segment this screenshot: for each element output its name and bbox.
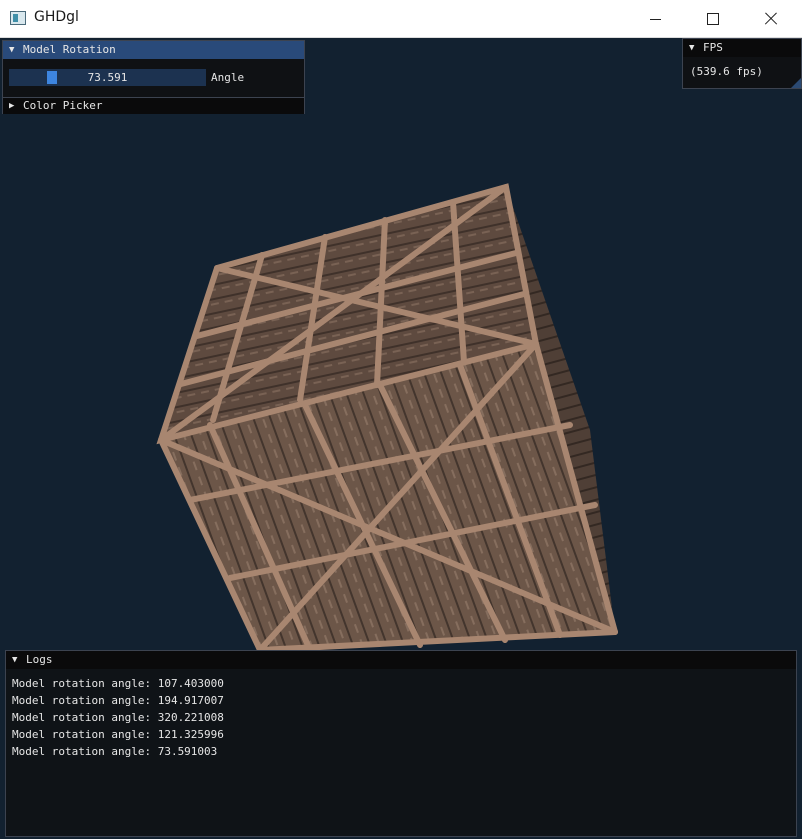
logs-title: Logs xyxy=(26,653,53,666)
fps-panel: ▼ FPS (539.6 fps) xyxy=(682,38,802,89)
color-picker-header[interactable]: ▶ Color Picker xyxy=(3,98,304,114)
close-icon xyxy=(764,12,778,26)
model-rotation-panel: ▼ Model Rotation 73.591 Angle ▶ Color Pi… xyxy=(2,40,305,114)
window-title: GHDgl xyxy=(34,9,79,25)
collapse-arrow-icon: ▼ xyxy=(12,655,18,665)
maximize-icon xyxy=(707,13,719,25)
color-picker-title: Color Picker xyxy=(23,99,103,112)
logs-header[interactable]: ▼ Logs xyxy=(6,651,796,669)
minimize-icon xyxy=(649,18,661,20)
fps-value: (539.6 fps) xyxy=(690,65,763,78)
collapse-arrow-icon: ▼ xyxy=(689,43,695,53)
minimize-button[interactable] xyxy=(626,0,684,38)
log-line: Model rotation angle: 320.221008 xyxy=(12,711,224,724)
app-icon xyxy=(10,11,26,25)
collapse-arrow-icon: ▼ xyxy=(9,45,15,55)
window-titlebar: GHDgl xyxy=(0,0,802,38)
close-button[interactable] xyxy=(742,0,800,38)
log-line: Model rotation angle: 107.403000 xyxy=(12,677,224,690)
expand-arrow-icon: ▶ xyxy=(9,101,15,111)
maximize-button[interactable] xyxy=(684,0,742,38)
log-line: Model rotation angle: 121.325996 xyxy=(12,728,224,741)
render-viewport[interactable]: ▼ Model Rotation 73.591 Angle ▶ Color Pi… xyxy=(0,38,802,839)
log-line: Model rotation angle: 194.917007 xyxy=(12,694,224,707)
fps-title: FPS xyxy=(703,41,723,54)
angle-value: 73.591 xyxy=(87,71,128,84)
angle-label: Angle xyxy=(211,71,245,84)
angle-slider[interactable]: 73.591 xyxy=(9,69,206,86)
fps-header[interactable]: ▼ FPS xyxy=(683,39,801,57)
model-rotation-header[interactable]: ▼ Model Rotation xyxy=(3,41,304,59)
log-line: Model rotation angle: 73.591003 xyxy=(12,745,218,758)
resize-grip[interactable] xyxy=(791,78,801,88)
logs-panel: ▼ Logs Model rotation angle: 107.403000 M… xyxy=(5,650,797,837)
model-rotation-title: Model Rotation xyxy=(23,43,116,56)
log-list: Model rotation angle: 107.403000 Model ro… xyxy=(12,675,224,760)
